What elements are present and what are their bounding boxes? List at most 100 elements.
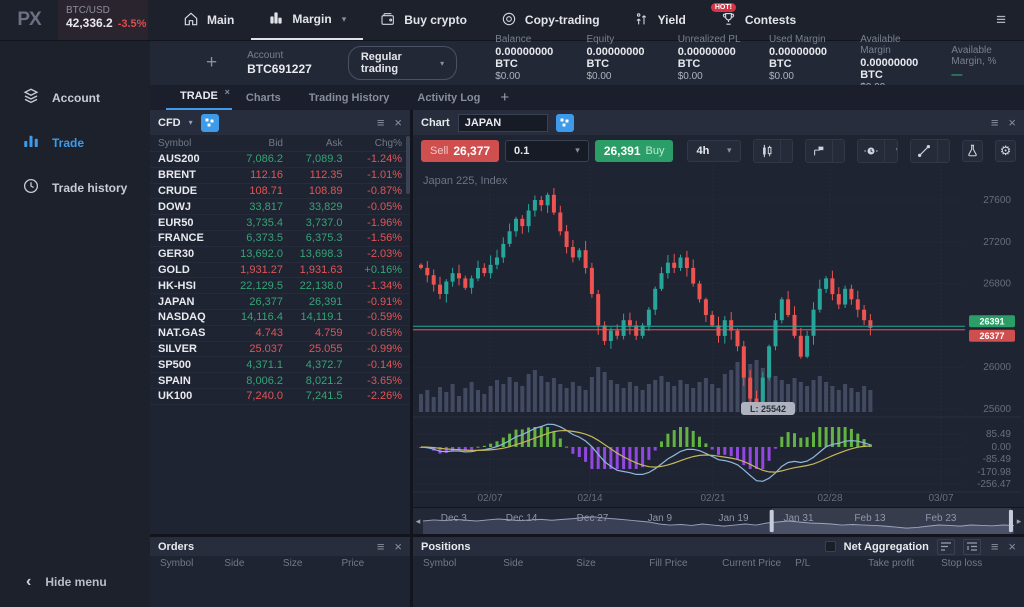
link-group-button[interactable] xyxy=(201,114,219,132)
column-symbol[interactable]: Symbol xyxy=(160,558,224,569)
chart-canvas[interactable]: 276002720026800260002560002/0702/1402/21… xyxy=(413,166,1024,507)
chevron-left-icon: ‹ xyxy=(26,573,31,591)
order-size-dropdown[interactable]: 0.1 ▾ xyxy=(505,140,589,162)
close-icon[interactable]: × xyxy=(225,87,230,97)
nav-yield[interactable]: Yield xyxy=(617,0,703,40)
watchlist-row-japan[interactable]: JAPAN26,37726,391-0.91% xyxy=(150,294,410,310)
link-group-button[interactable] xyxy=(556,114,574,132)
navigator-right-arrow[interactable]: ▸ xyxy=(1014,508,1024,534)
watchlist-row-nat.gas[interactable]: NAT.GAS4.7434.759-0.65% xyxy=(150,326,410,342)
account-selector[interactable]: Account BTC691227 xyxy=(247,50,312,76)
gear-icon[interactable]: ⚙ xyxy=(995,140,1016,162)
watchlist-row-silver[interactable]: SILVER25.03725.055-0.99% xyxy=(150,342,410,358)
chevron-down-icon[interactable]: ▾ xyxy=(884,140,898,162)
sidebar-item-account[interactable]: Account xyxy=(0,75,150,120)
hide-menu-button[interactable]: ‹ Hide menu xyxy=(0,559,150,607)
watchlist-col-chg[interactable]: Chg% xyxy=(343,138,403,149)
panel-menu-icon[interactable]: ≡ xyxy=(991,539,999,554)
brand-logo[interactable]: PX xyxy=(0,0,58,40)
candlestick-type-icon[interactable] xyxy=(754,140,780,162)
flask-icon[interactable] xyxy=(962,140,983,162)
column-side[interactable]: Side xyxy=(503,558,576,569)
nav-main[interactable]: Main xyxy=(166,0,251,40)
panel-menu-icon[interactable]: ≡ xyxy=(377,115,385,130)
nav-copy-trading[interactable]: Copy-trading xyxy=(484,0,617,40)
watchlist-title[interactable]: CFD xyxy=(158,117,181,129)
watchlist-col-bid[interactable]: Bid xyxy=(223,138,283,149)
column-stop-loss[interactable]: Stop loss xyxy=(941,558,1014,569)
indicator-icon[interactable] xyxy=(806,140,832,162)
watchlist-scrollbar[interactable] xyxy=(406,136,410,194)
close-icon[interactable]: × xyxy=(1008,115,1016,130)
navigator-area[interactable]: Dec 3Dec 14Dec 27Jan 9Jan 19Jan 31Feb 13… xyxy=(423,508,1014,534)
watchlist-row-brent[interactable]: BRENT112.16112.35-1.01% xyxy=(150,168,410,184)
chevron-down-icon[interactable]: ▾ xyxy=(780,140,793,162)
symbol-cell: AUS200 xyxy=(158,153,223,165)
nav-contests[interactable]: HOT! Contests xyxy=(703,0,813,40)
tab-trade[interactable]: TRADE × xyxy=(166,86,232,110)
filter-list-icon[interactable] xyxy=(937,539,955,555)
panel-menu-icon[interactable]: ≡ xyxy=(377,539,385,554)
timeframe-dropdown[interactable]: 4h ▾ xyxy=(687,140,740,162)
watchlist-row-nasdaq[interactable]: NASDAQ14,116.414,119.1-0.59% xyxy=(150,310,410,326)
chevron-down-icon[interactable]: ▾ xyxy=(937,140,950,162)
navigator-left-arrow[interactable]: ◂ xyxy=(413,508,423,534)
watchlist-row-crude[interactable]: CRUDE108.71108.89-0.87% xyxy=(150,184,410,200)
nav-margin[interactable]: Margin ▾ xyxy=(251,0,363,40)
watchlist-row-eur50[interactable]: EUR503,735.43,737.0-1.96% xyxy=(150,215,410,231)
column-current-price[interactable]: Current Price xyxy=(722,558,795,569)
chart-symbol-input[interactable] xyxy=(458,114,548,132)
watchlist-col-ask[interactable]: Ask xyxy=(283,138,343,149)
add-account-button[interactable]: + xyxy=(206,52,217,74)
chevron-down-icon[interactable]: ▾ xyxy=(189,118,193,127)
column-fill-price[interactable]: Fill Price xyxy=(649,558,722,569)
chevron-down-icon: ▾ xyxy=(575,145,580,156)
trading-mode-dropdown[interactable]: Regular trading ▾ xyxy=(348,46,457,80)
column-size[interactable]: Size xyxy=(576,558,649,569)
close-icon[interactable]: × xyxy=(1008,539,1016,554)
chevron-down-icon[interactable]: ▾ xyxy=(832,140,845,162)
orders-header: Orders ≡ × xyxy=(150,537,410,556)
watchlist-row-ger30[interactable]: GER3013,692.013,698.3-2.03% xyxy=(150,247,410,263)
column-price[interactable]: Price xyxy=(341,558,400,569)
collapse-rows-icon[interactable] xyxy=(963,539,981,555)
nav-contests-label: Contests xyxy=(745,13,796,27)
account-bar: + Account BTC691227 Regular trading ▾ Ba… xyxy=(150,41,1024,85)
column-p-l[interactable]: P/L xyxy=(795,558,868,569)
watchlist-row-dowj[interactable]: DOWJ33,81733,829-0.05% xyxy=(150,199,410,215)
tab-trading-history[interactable]: Trading History xyxy=(295,88,404,110)
column-symbol[interactable]: Symbol xyxy=(423,558,503,569)
sell-button[interactable]: Sell 26,377 xyxy=(421,140,499,162)
close-icon[interactable]: × xyxy=(394,539,402,554)
stat-label: Available Margin xyxy=(860,34,925,56)
panel-menu-icon[interactable]: ≡ xyxy=(991,115,999,130)
sidebar-item-trade-history[interactable]: Trade history xyxy=(0,165,150,210)
tab-charts[interactable]: Charts xyxy=(232,88,295,110)
column-size[interactable]: Size xyxy=(283,558,342,569)
bid-cell: 7,240.0 xyxy=(223,390,283,402)
watchlist-row-aus200[interactable]: AUS2007,086.27,089.3-1.24% xyxy=(150,152,410,168)
watchlist-col-symbol[interactable]: Symbol xyxy=(158,138,223,149)
tab-activity-log[interactable]: Activity Log xyxy=(403,88,494,110)
buy-button[interactable]: 26,391 Buy xyxy=(595,140,674,162)
watchlist-row-hk-hsi[interactable]: HK-HSI22,129.522,138.0-1.34% xyxy=(150,278,410,294)
watchlist-row-uk100[interactable]: UK1007,240.07,241.5-2.26% xyxy=(150,389,410,405)
nav-buy-crypto[interactable]: Buy crypto xyxy=(363,0,484,40)
sidebar-item-trade[interactable]: Trade xyxy=(0,120,150,165)
watchlist-row-gold[interactable]: GOLD1,931.271,931.63+0.16% xyxy=(150,263,410,279)
account-label: Account xyxy=(247,50,312,61)
close-icon[interactable]: × xyxy=(394,115,402,130)
watchlist-row-sp500[interactable]: SP5004,371.14,372.7-0.14% xyxy=(150,357,410,373)
menu-icon[interactable]: ≡ xyxy=(978,0,1024,40)
trend-line-icon[interactable] xyxy=(911,140,937,162)
watchlist-row-france[interactable]: FRANCE6,373.56,375.3-1.56% xyxy=(150,231,410,247)
watchlist-row-spain[interactable]: SPAIN8,006.28,021.2-3.65% xyxy=(150,373,410,389)
add-tab-button[interactable]: + xyxy=(494,89,521,110)
clock-dashes-icon[interactable] xyxy=(858,140,884,162)
watchlist-header: CFD ▾ ≡ × xyxy=(150,110,410,135)
net-aggregation-checkbox[interactable] xyxy=(825,541,836,552)
btc-ticker[interactable]: BTC/USD 42,336.2 -3.5% xyxy=(58,0,148,40)
column-take-profit[interactable]: Take profit xyxy=(868,558,941,569)
hot-badge: HOT! xyxy=(711,3,736,12)
column-side[interactable]: Side xyxy=(224,558,283,569)
